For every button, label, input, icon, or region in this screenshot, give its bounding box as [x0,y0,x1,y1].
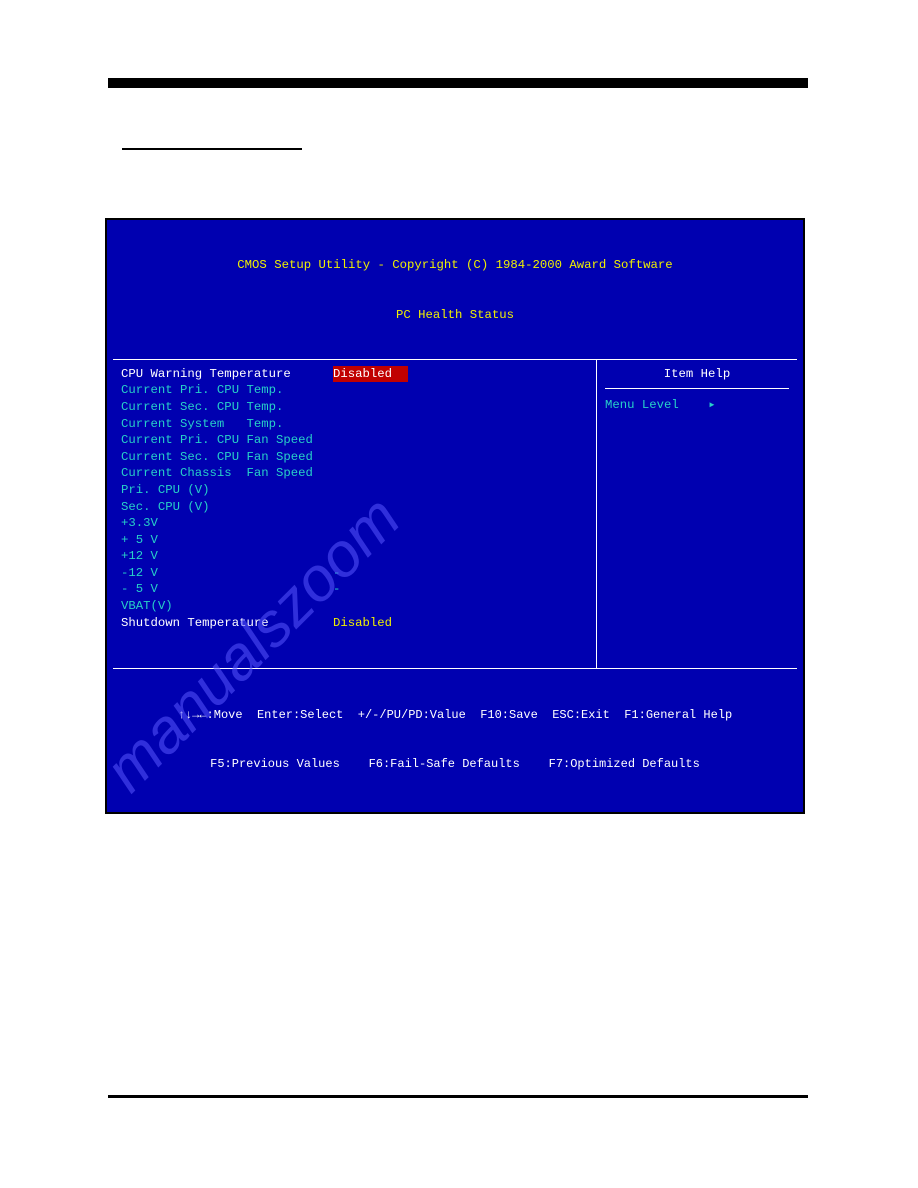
setting-row[interactable]: VBAT(V) [121,598,588,615]
setting-label: Current Sec. CPU Fan Speed [121,449,333,466]
footer-line1: ↑↓→←:Move Enter:Select +/-/PU/PD:Value F… [113,707,797,723]
bios-main-area: CPU Warning TemperatureDisabledCurrent P… [113,359,797,669]
footer-line2: F5:Previous Values F6:Fail-Safe Defaults… [113,756,797,772]
bottom-rule [108,1095,808,1098]
setting-row[interactable]: Shutdown TemperatureDisabled [121,615,588,632]
setting-row[interactable]: Sec. CPU (V) [121,499,588,516]
bios-footer: ↑↓→←:Move Enter:Select +/-/PU/PD:Value F… [107,671,803,813]
setting-row[interactable]: Current Pri. CPU Fan Speed [121,432,588,449]
setting-value[interactable]: Disabled [333,366,408,383]
setting-label: Sec. CPU (V) [121,499,333,516]
setting-row[interactable]: +3.3V [121,515,588,532]
setting-label: + 5 V [121,532,333,549]
setting-row[interactable]: Current Chassis Fan Speed [121,465,588,482]
setting-label: Pri. CPU (V) [121,482,333,499]
setting-row[interactable]: CPU Warning TemperatureDisabled [121,366,588,383]
setting-value[interactable]: - [333,581,340,598]
setting-row[interactable]: Current Sec. CPU Fan Speed [121,449,588,466]
setting-row[interactable]: Pri. CPU (V) [121,482,588,499]
setting-row[interactable]: -12 V- [121,565,588,582]
setting-row[interactable]: + 5 V [121,532,588,549]
setting-value[interactable]: Disabled [333,615,392,632]
setting-label: Current Sec. CPU Temp. [121,399,333,416]
setting-label: VBAT(V) [121,598,333,615]
bios-help-panel: Item Help Menu Level ▸ [597,360,797,668]
setting-label: Current System Temp. [121,416,333,433]
bios-header-line2: PC Health Status [107,307,803,324]
bios-settings-panel[interactable]: CPU Warning TemperatureDisabledCurrent P… [113,360,597,668]
setting-label: Current Pri. CPU Fan Speed [121,432,333,449]
bios-header-line1: CMOS Setup Utility - Copyright (C) 1984-… [107,257,803,274]
top-rule [108,78,808,88]
setting-label: CPU Warning Temperature [121,366,333,383]
setting-label: +12 V [121,548,333,565]
setting-row[interactable]: Current System Temp. [121,416,588,433]
bios-setup-window: CMOS Setup Utility - Copyright (C) 1984-… [105,218,805,814]
setting-label: Shutdown Temperature [121,615,333,632]
setting-label: +3.3V [121,515,333,532]
help-title: Item Help [605,366,789,390]
setting-label: Current Pri. CPU Temp. [121,382,333,399]
section-underline [122,148,302,150]
setting-row[interactable]: - 5 V- [121,581,588,598]
menu-level: Menu Level ▸ [605,397,789,414]
setting-label: Current Chassis Fan Speed [121,465,333,482]
setting-row[interactable]: +12 V [121,548,588,565]
setting-label: -12 V [121,565,333,582]
setting-value[interactable]: - [333,565,340,582]
setting-label: - 5 V [121,581,333,598]
setting-row[interactable]: Current Sec. CPU Temp. [121,399,588,416]
setting-row[interactable]: Current Pri. CPU Temp. [121,382,588,399]
bios-header: CMOS Setup Utility - Copyright (C) 1984-… [107,220,803,359]
